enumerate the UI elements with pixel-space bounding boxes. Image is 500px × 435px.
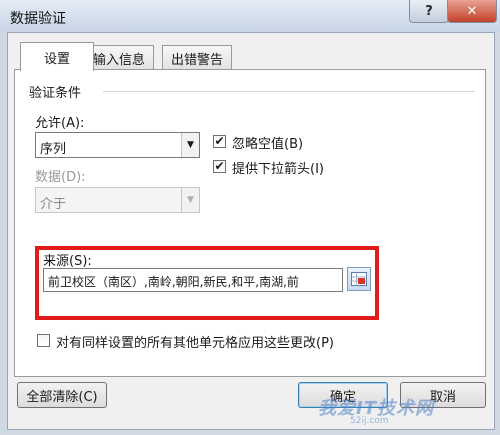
data-select[interactable]: 介于 ▼ (35, 187, 200, 213)
title-bar: 数据验证 ? ✕ (0, 0, 500, 32)
tab-label: 输入信息 (93, 52, 146, 68)
close-button[interactable]: ✕ (447, 0, 497, 23)
watermark-url: 52ij.com (350, 416, 389, 426)
ignore-blank-label: 忽略空值(B) (232, 137, 304, 152)
allow-value: 序列 (40, 142, 67, 157)
close-icon: ✕ (466, 3, 478, 19)
apply-all-checkbox[interactable] (37, 334, 50, 347)
settings-panel: 验证条件 允许(A): 序列 ▼ 数据(D): 介于 ▼ ✔ 忽略空值(B) ✔… (14, 69, 486, 377)
data-value: 介于 (40, 197, 67, 212)
criteria-group-title: 验证条件 (29, 86, 82, 101)
tab-settings[interactable]: 设置 (20, 42, 94, 71)
in-cell-dropdown-label: 提供下拉箭头(I) (232, 162, 324, 177)
allow-select[interactable]: 序列 ▼ (35, 132, 200, 158)
window-title: 数据验证 (10, 11, 66, 27)
chevron-down-icon[interactable]: ▼ (181, 188, 199, 212)
allow-label: 允许(A): (35, 116, 85, 131)
source-label: 来源(S): (43, 254, 92, 269)
ignore-blank-checkbox[interactable]: ✔ (213, 135, 226, 148)
tab-error-alert[interactable]: 出错警告 (162, 45, 233, 70)
clear-all-button[interactable]: 全部清除(C) (17, 382, 107, 408)
source-input[interactable]: 前卫校区（南区）,南岭,朝阳,新民,和平,南湖,前 (43, 268, 343, 292)
help-button[interactable]: ? (409, 0, 449, 23)
tab-label: 出错警告 (171, 52, 224, 68)
help-icon: ? (425, 3, 433, 19)
in-cell-dropdown-checkbox[interactable]: ✔ (213, 160, 226, 173)
range-select-icon (351, 272, 367, 286)
chevron-down-icon[interactable]: ▼ (181, 133, 199, 157)
data-label: 数据(D): (35, 170, 86, 185)
group-divider (103, 91, 475, 92)
dialog-body: 设置 输入信息 出错警告 验证条件 允许(A): 序列 ▼ 数据(D): 介于 … (7, 32, 495, 430)
apply-all-label: 对有同样设置的所有其他单元格应用这些更改(P) (56, 336, 334, 351)
range-select-button[interactable] (347, 267, 371, 291)
tab-label: 设置 (43, 51, 70, 67)
tab-input-message[interactable]: 输入信息 (84, 45, 155, 70)
